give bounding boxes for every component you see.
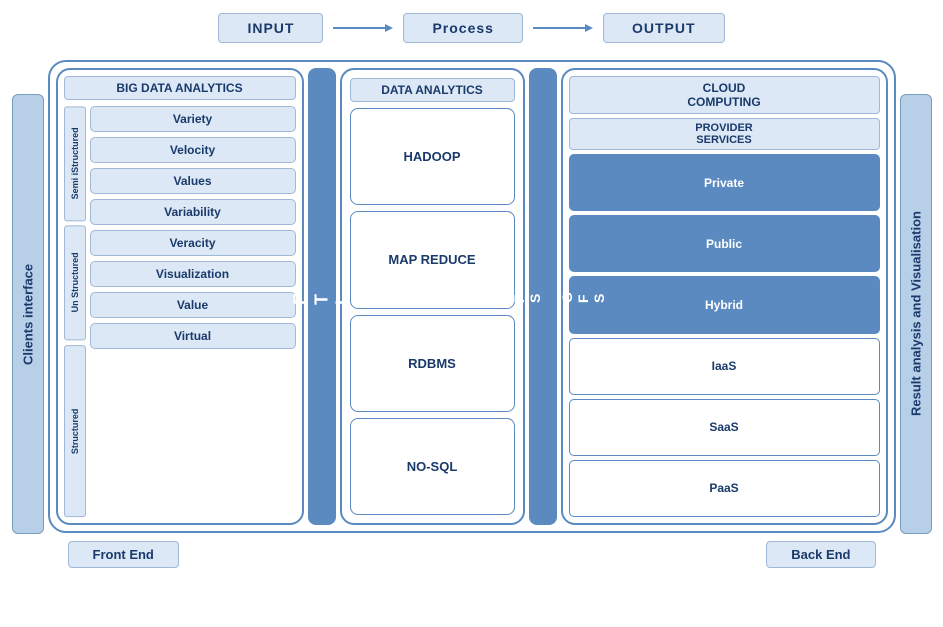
flow-bar: INPUT Process OUTPUT [12, 10, 932, 46]
arrow-2 [533, 20, 593, 36]
hdfs-bar: HDFSGFS [529, 68, 557, 525]
nosql-item: NO-SQL [350, 418, 515, 515]
data-groups: Semi iStructured Un Structured Structure… [64, 106, 296, 517]
cloud-hybrid: Hybrid [569, 276, 880, 333]
arrow-1 [333, 20, 393, 36]
outer-wrapper: Clients interface BIG DATA ANALYTICS Sem… [12, 60, 932, 568]
output-box: OUTPUT [603, 13, 725, 43]
item-variety: Variety [90, 106, 296, 132]
item-value: Value [90, 292, 296, 318]
right-panel: CLOUDCOMPUTING PROVIDERSERVICES Private … [561, 68, 888, 525]
bottom-row: Front End Back End [48, 541, 896, 568]
provider-title: PROVIDERSERVICES [569, 118, 880, 150]
cloud-iaas: IaaS [569, 338, 880, 395]
structured-label: Structured [64, 345, 86, 517]
process-box: Process [403, 13, 522, 43]
etl-bar: ETL [308, 68, 336, 525]
data-analytics-title: DATA ANALYTICS [350, 78, 515, 102]
item-velocity: Velocity [90, 137, 296, 163]
cloud-title: CLOUDCOMPUTING [569, 76, 880, 114]
item-virtual: Virtual [90, 323, 296, 349]
item-variability: Variability [90, 199, 296, 225]
cloud-private: Private [569, 154, 880, 211]
cloud-paas: PaaS [569, 460, 880, 517]
left-panel: BIG DATA ANALYTICS Semi iStructured Un S… [56, 68, 304, 525]
cloud-saas: SaaS [569, 399, 880, 456]
input-box: INPUT [218, 13, 323, 43]
panels-wrapper: BIG DATA ANALYTICS Semi iStructured Un S… [56, 68, 888, 525]
clients-interface-label: Clients interface [12, 94, 44, 534]
semi-structured-label: Semi iStructured [64, 106, 86, 221]
front-end-box: Front End [68, 541, 179, 568]
item-values: Values [90, 168, 296, 194]
middle-items: HADOOP MAP REDUCE RDBMS NO-SQL [350, 108, 515, 515]
result-analysis-label: Result analysis and Visualisation [900, 94, 932, 534]
cloud-items: Private Public Hybrid IaaS SaaS PaaS [569, 154, 880, 517]
back-end-box: Back End [766, 541, 875, 568]
items-col: Variety Velocity Values Variability Vera… [90, 106, 296, 517]
main-container: INPUT Process OUTPUT Clients interface B… [12, 10, 932, 600]
big-data-title: BIG DATA ANALYTICS [64, 76, 296, 100]
un-structured-label: Un Structured [64, 225, 86, 340]
item-visualization: Visualization [90, 261, 296, 287]
inner-content: BIG DATA ANALYTICS Semi iStructured Un S… [44, 60, 900, 568]
big-outer-border: BIG DATA ANALYTICS Semi iStructured Un S… [48, 60, 896, 533]
hadoop-item: HADOOP [350, 108, 515, 205]
group-label-col: Semi iStructured Un Structured Structure… [64, 106, 86, 517]
cloud-public: Public [569, 215, 880, 272]
item-veracity: Veracity [90, 230, 296, 256]
rdbms-item: RDBMS [350, 315, 515, 412]
